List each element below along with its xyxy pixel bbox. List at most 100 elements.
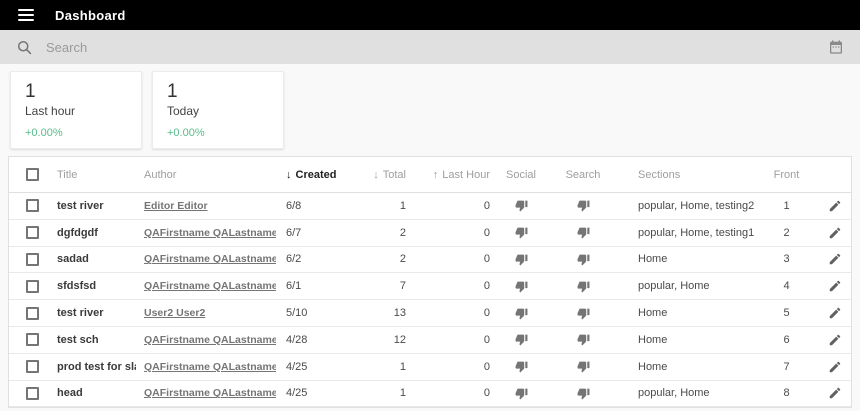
- row-sections: Home: [614, 307, 764, 319]
- search-bar: [0, 30, 860, 64]
- thumb-down-icon[interactable]: [515, 360, 528, 373]
- thumb-down-icon[interactable]: [577, 226, 590, 239]
- row-total: 2: [356, 253, 406, 265]
- stat-label: Last hour: [25, 104, 127, 118]
- edit-pencil-icon[interactable]: [828, 360, 842, 374]
- row-sections: popular, Home, testing1: [614, 227, 764, 239]
- header-social[interactable]: Social: [490, 169, 552, 181]
- row-checkbox[interactable]: [26, 199, 39, 212]
- search-icon: [16, 39, 33, 56]
- thumb-down-icon[interactable]: [515, 280, 528, 293]
- edit-pencil-icon[interactable]: [828, 252, 842, 266]
- author-link[interactable]: Editor Editor: [144, 200, 208, 212]
- row-checkbox[interactable]: [26, 280, 39, 293]
- sort-desc-icon: ↓: [286, 169, 292, 181]
- row-front: 5: [764, 307, 809, 319]
- thumb-down-icon[interactable]: [515, 333, 528, 346]
- thumb-down-icon[interactable]: [515, 387, 528, 400]
- thumb-down-icon[interactable]: [515, 253, 528, 266]
- edit-pencil-icon[interactable]: [828, 386, 842, 400]
- edit-pencil-icon[interactable]: [828, 279, 842, 293]
- row-title: test sch: [49, 334, 136, 346]
- row-created: 4/28: [276, 334, 356, 346]
- author-link[interactable]: QAFirstname QALastname: [144, 253, 276, 265]
- row-created: 6/1: [276, 280, 356, 292]
- edit-pencil-icon[interactable]: [828, 226, 842, 240]
- row-checkbox[interactable]: [26, 226, 39, 239]
- table-row: dgfdgdf QAFirstname QALastname 6/7 2 0 p…: [9, 220, 851, 247]
- row-front: 4: [764, 280, 809, 292]
- header-front[interactable]: Front: [764, 169, 809, 181]
- row-created: 5/10: [276, 307, 356, 319]
- row-last-hour: 0: [406, 387, 490, 399]
- row-sections: popular, Home: [614, 280, 764, 292]
- row-front: 3: [764, 253, 809, 265]
- stat-card-today: 1 Today +0.00%: [152, 71, 284, 149]
- row-total: 1: [356, 361, 406, 373]
- stat-value: 1: [25, 81, 127, 103]
- header-sections[interactable]: Sections: [614, 169, 764, 181]
- row-total: 13: [356, 307, 406, 319]
- calendar-icon[interactable]: [828, 39, 844, 55]
- thumb-down-icon[interactable]: [577, 280, 590, 293]
- header-search[interactable]: Search: [552, 169, 614, 181]
- stat-change: +0.00%: [25, 127, 127, 139]
- header-author[interactable]: Author: [136, 169, 276, 181]
- row-sections: popular, Home, testing2: [614, 200, 764, 212]
- table-row: test river User2 User2 5/10 13 0 Home 5: [9, 300, 851, 327]
- edit-pencil-icon[interactable]: [828, 333, 842, 347]
- stat-value: 1: [167, 81, 269, 103]
- thumb-down-icon[interactable]: [577, 199, 590, 212]
- header-title[interactable]: Title: [49, 169, 136, 181]
- header-last-hour[interactable]: ↑Last Hour: [406, 169, 490, 181]
- author-link[interactable]: QAFirstname QALastname: [144, 227, 276, 239]
- row-total: 1: [356, 387, 406, 399]
- row-sections: Home: [614, 253, 764, 265]
- table-row: head QAFirstname QALastname 4/25 1 0 pop…: [9, 381, 851, 408]
- row-checkbox[interactable]: [26, 360, 39, 373]
- edit-pencil-icon[interactable]: [828, 306, 842, 320]
- edit-pencil-icon[interactable]: [828, 199, 842, 213]
- row-title: head: [49, 387, 136, 399]
- row-title: dgfdgdf: [49, 227, 136, 239]
- row-created: 4/25: [276, 361, 356, 373]
- thumb-down-icon[interactable]: [577, 333, 590, 346]
- thumb-down-icon[interactable]: [577, 387, 590, 400]
- header-created[interactable]: ↓Created: [276, 169, 356, 181]
- thumb-down-icon[interactable]: [577, 360, 590, 373]
- thumb-down-icon[interactable]: [577, 253, 590, 266]
- author-link[interactable]: QAFirstname QALastname: [144, 280, 276, 292]
- author-link[interactable]: QAFirstname QALastname: [144, 334, 276, 346]
- select-all-checkbox[interactable]: [26, 168, 39, 181]
- row-total: 2: [356, 227, 406, 239]
- row-last-hour: 0: [406, 361, 490, 373]
- row-last-hour: 0: [406, 227, 490, 239]
- search-input[interactable]: [44, 39, 828, 56]
- menu-icon[interactable]: [18, 9, 34, 21]
- author-link[interactable]: User2 User2: [144, 307, 205, 319]
- row-checkbox[interactable]: [26, 253, 39, 266]
- thumb-down-icon[interactable]: [577, 307, 590, 320]
- row-sections: Home: [614, 334, 764, 346]
- table-header-row: Title Author ↓Created ↓Total ↑Last Hour …: [9, 157, 851, 193]
- header-total[interactable]: ↓Total: [356, 169, 406, 181]
- row-last-hour: 0: [406, 334, 490, 346]
- row-front: 2: [764, 227, 809, 239]
- stat-change: +0.00%: [167, 127, 269, 139]
- author-link[interactable]: QAFirstname QALastname: [144, 387, 276, 399]
- thumb-down-icon[interactable]: [515, 199, 528, 212]
- thumb-down-icon[interactable]: [515, 226, 528, 239]
- row-checkbox[interactable]: [26, 387, 39, 400]
- row-front: 6: [764, 334, 809, 346]
- row-checkbox[interactable]: [26, 307, 39, 320]
- app-bar: Dashboard: [0, 0, 860, 30]
- row-checkbox[interactable]: [26, 333, 39, 346]
- row-last-hour: 0: [406, 200, 490, 212]
- table-row: test river Editor Editor 6/8 1 0 popular…: [9, 193, 851, 220]
- row-created: 6/8: [276, 200, 356, 212]
- table-row: sadad QAFirstname QALastname 6/2 2 0 Hom…: [9, 247, 851, 274]
- row-front: 1: [764, 200, 809, 212]
- author-link[interactable]: QAFirstname QALastname: [144, 361, 276, 373]
- row-sections: popular, Home: [614, 387, 764, 399]
- thumb-down-icon[interactable]: [515, 307, 528, 320]
